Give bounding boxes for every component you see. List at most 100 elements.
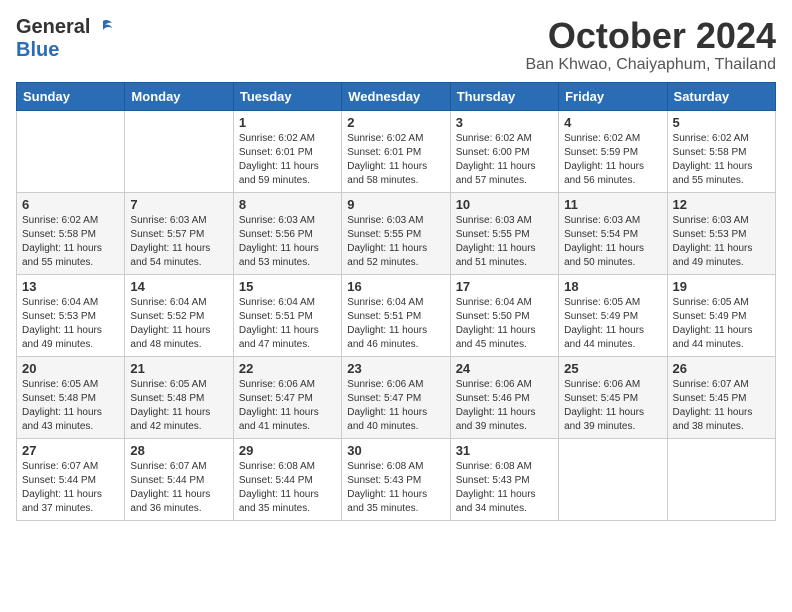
- location: Ban Khwao, Chaiyaphum, Thailand: [525, 56, 776, 74]
- calendar-cell: 8 Sunrise: 6:03 AM Sunset: 5:56 PM Daylig…: [233, 192, 341, 274]
- day-number: 14: [130, 279, 227, 294]
- calendar-cell: 26 Sunrise: 6:07 AM Sunset: 5:45 PM Dayli…: [667, 356, 775, 438]
- day-number: 24: [456, 361, 553, 376]
- calendar-cell: 1Sunrise: 6:02 AM Sunset: 6:01 PM Daylig…: [233, 110, 341, 192]
- weekday-header: Monday: [125, 82, 233, 110]
- weekday-header: Saturday: [667, 82, 775, 110]
- bird-icon: [92, 17, 114, 39]
- day-number: 27: [22, 443, 119, 458]
- calendar-cell: 5Sunrise: 6:02 AM Sunset: 5:58 PM Daylig…: [667, 110, 775, 192]
- day-info: Sunrise: 6:05 AM Sunset: 5:48 PM Dayligh…: [22, 378, 119, 434]
- day-info: Sunrise: 6:07 AM Sunset: 5:45 PM Dayligh…: [673, 378, 770, 434]
- day-number: 13: [22, 279, 119, 294]
- calendar-cell: 18Sunrise: 6:05 AM Sunset: 5:49 PM Dayli…: [559, 274, 667, 356]
- calendar-cell: 3 Sunrise: 6:02 AM Sunset: 6:00 PM Daylig…: [450, 110, 558, 192]
- logo-blue: Blue: [16, 39, 59, 61]
- day-number: 28: [130, 443, 227, 458]
- day-info: Sunrise: 6:03 AM Sunset: 5:55 PM Dayligh…: [347, 214, 444, 270]
- day-number: 25: [564, 361, 661, 376]
- day-info: Sunrise: 6:04 AM Sunset: 5:52 PM Dayligh…: [130, 296, 227, 352]
- day-number: 11: [564, 197, 661, 212]
- calendar-cell: [125, 110, 233, 192]
- calendar-cell: 29 Sunrise: 6:08 AM Sunset: 5:44 PM Dayli…: [233, 438, 341, 520]
- logo-general: General: [16, 16, 90, 39]
- day-info: Sunrise: 6:04 AM Sunset: 5:51 PM Dayligh…: [347, 296, 444, 352]
- calendar-cell: 24Sunrise: 6:06 AM Sunset: 5:46 PM Dayli…: [450, 356, 558, 438]
- calendar-cell: 12 Sunrise: 6:03 AM Sunset: 5:53 PM Dayli…: [667, 192, 775, 274]
- day-number: 21: [130, 361, 227, 376]
- day-info: Sunrise: 6:02 AM Sunset: 5:59 PM Dayligh…: [564, 132, 661, 188]
- calendar-cell: 7 Sunrise: 6:03 AM Sunset: 5:57 PM Daylig…: [125, 192, 233, 274]
- calendar-cell: 21 Sunrise: 6:05 AM Sunset: 5:48 PM Dayli…: [125, 356, 233, 438]
- calendar-cell: 13Sunrise: 6:04 AM Sunset: 5:53 PM Dayli…: [17, 274, 125, 356]
- day-number: 22: [239, 361, 336, 376]
- calendar-week-row: 20Sunrise: 6:05 AM Sunset: 5:48 PM Dayli…: [17, 356, 776, 438]
- calendar-cell: 4 Sunrise: 6:02 AM Sunset: 5:59 PM Daylig…: [559, 110, 667, 192]
- day-info: Sunrise: 6:03 AM Sunset: 5:55 PM Dayligh…: [456, 214, 553, 270]
- calendar-cell: 23Sunrise: 6:06 AM Sunset: 5:47 PM Dayli…: [342, 356, 450, 438]
- calendar-cell: 14 Sunrise: 6:04 AM Sunset: 5:52 PM Dayli…: [125, 274, 233, 356]
- weekday-header: Thursday: [450, 82, 558, 110]
- calendar-header-row: SundayMondayTuesdayWednesdayThursdayFrid…: [17, 82, 776, 110]
- calendar-cell: 25 Sunrise: 6:06 AM Sunset: 5:45 PM Dayli…: [559, 356, 667, 438]
- day-info: Sunrise: 6:02 AM Sunset: 6:00 PM Dayligh…: [456, 132, 553, 188]
- calendar-cell: [559, 438, 667, 520]
- calendar-cell: 16Sunrise: 6:04 AM Sunset: 5:51 PM Dayli…: [342, 274, 450, 356]
- day-number: 12: [673, 197, 770, 212]
- day-info: Sunrise: 6:03 AM Sunset: 5:54 PM Dayligh…: [564, 214, 661, 270]
- day-info: Sunrise: 6:03 AM Sunset: 5:53 PM Dayligh…: [673, 214, 770, 270]
- logo: General Blue: [16, 16, 114, 62]
- day-number: 15: [239, 279, 336, 294]
- day-info: Sunrise: 6:08 AM Sunset: 5:43 PM Dayligh…: [456, 460, 553, 516]
- day-info: Sunrise: 6:02 AM Sunset: 6:01 PM Dayligh…: [239, 132, 336, 188]
- day-number: 6: [22, 197, 119, 212]
- day-info: Sunrise: 6:08 AM Sunset: 5:44 PM Dayligh…: [239, 460, 336, 516]
- calendar-week-row: 27 Sunrise: 6:07 AM Sunset: 5:44 PM Dayli…: [17, 438, 776, 520]
- day-info: Sunrise: 6:04 AM Sunset: 5:50 PM Dayligh…: [456, 296, 553, 352]
- weekday-header: Friday: [559, 82, 667, 110]
- calendar-cell: 20Sunrise: 6:05 AM Sunset: 5:48 PM Dayli…: [17, 356, 125, 438]
- day-number: 26: [673, 361, 770, 376]
- calendar-cell: 31 Sunrise: 6:08 AM Sunset: 5:43 PM Dayli…: [450, 438, 558, 520]
- calendar-table: SundayMondayTuesdayWednesdayThursdayFrid…: [16, 82, 776, 521]
- calendar-cell: 22 Sunrise: 6:06 AM Sunset: 5:47 PM Dayli…: [233, 356, 341, 438]
- day-number: 2: [347, 115, 444, 130]
- day-number: 7: [130, 197, 227, 212]
- day-info: Sunrise: 6:02 AM Sunset: 5:58 PM Dayligh…: [673, 132, 770, 188]
- calendar-week-row: 13Sunrise: 6:04 AM Sunset: 5:53 PM Dayli…: [17, 274, 776, 356]
- calendar-cell: 15Sunrise: 6:04 AM Sunset: 5:51 PM Dayli…: [233, 274, 341, 356]
- day-number: 9: [347, 197, 444, 212]
- day-number: 31: [456, 443, 553, 458]
- weekday-header: Wednesday: [342, 82, 450, 110]
- calendar-cell: 10Sunrise: 6:03 AM Sunset: 5:55 PM Dayli…: [450, 192, 558, 274]
- weekday-header: Tuesday: [233, 82, 341, 110]
- calendar-cell: 30 Sunrise: 6:08 AM Sunset: 5:43 PM Dayli…: [342, 438, 450, 520]
- day-number: 3: [456, 115, 553, 130]
- day-number: 30: [347, 443, 444, 458]
- title-section: October 2024 Ban Khwao, Chaiyaphum, Thai…: [525, 16, 776, 74]
- calendar-cell: 19Sunrise: 6:05 AM Sunset: 5:49 PM Dayli…: [667, 274, 775, 356]
- day-info: Sunrise: 6:06 AM Sunset: 5:47 PM Dayligh…: [347, 378, 444, 434]
- day-number: 4: [564, 115, 661, 130]
- day-info: Sunrise: 6:03 AM Sunset: 5:57 PM Dayligh…: [130, 214, 227, 270]
- day-info: Sunrise: 6:06 AM Sunset: 5:47 PM Dayligh…: [239, 378, 336, 434]
- calendar-cell: 9 Sunrise: 6:03 AM Sunset: 5:55 PM Daylig…: [342, 192, 450, 274]
- day-info: Sunrise: 6:02 AM Sunset: 5:58 PM Dayligh…: [22, 214, 119, 270]
- calendar-week-row: 1Sunrise: 6:02 AM Sunset: 6:01 PM Daylig…: [17, 110, 776, 192]
- day-info: Sunrise: 6:07 AM Sunset: 5:44 PM Dayligh…: [22, 460, 119, 516]
- calendar-cell: 2Sunrise: 6:02 AM Sunset: 6:01 PM Daylig…: [342, 110, 450, 192]
- calendar-cell: [17, 110, 125, 192]
- day-number: 18: [564, 279, 661, 294]
- day-number: 19: [673, 279, 770, 294]
- calendar-cell: 17 Sunrise: 6:04 AM Sunset: 5:50 PM Dayli…: [450, 274, 558, 356]
- page-header: General Blue October 2024 Ban Khwao, Cha…: [16, 16, 776, 74]
- day-number: 17: [456, 279, 553, 294]
- day-number: 29: [239, 443, 336, 458]
- day-number: 8: [239, 197, 336, 212]
- day-info: Sunrise: 6:08 AM Sunset: 5:43 PM Dayligh…: [347, 460, 444, 516]
- day-info: Sunrise: 6:03 AM Sunset: 5:56 PM Dayligh…: [239, 214, 336, 270]
- day-info: Sunrise: 6:06 AM Sunset: 5:45 PM Dayligh…: [564, 378, 661, 434]
- weekday-header: Sunday: [17, 82, 125, 110]
- calendar-week-row: 6 Sunrise: 6:02 AM Sunset: 5:58 PM Daylig…: [17, 192, 776, 274]
- day-info: Sunrise: 6:05 AM Sunset: 5:48 PM Dayligh…: [130, 378, 227, 434]
